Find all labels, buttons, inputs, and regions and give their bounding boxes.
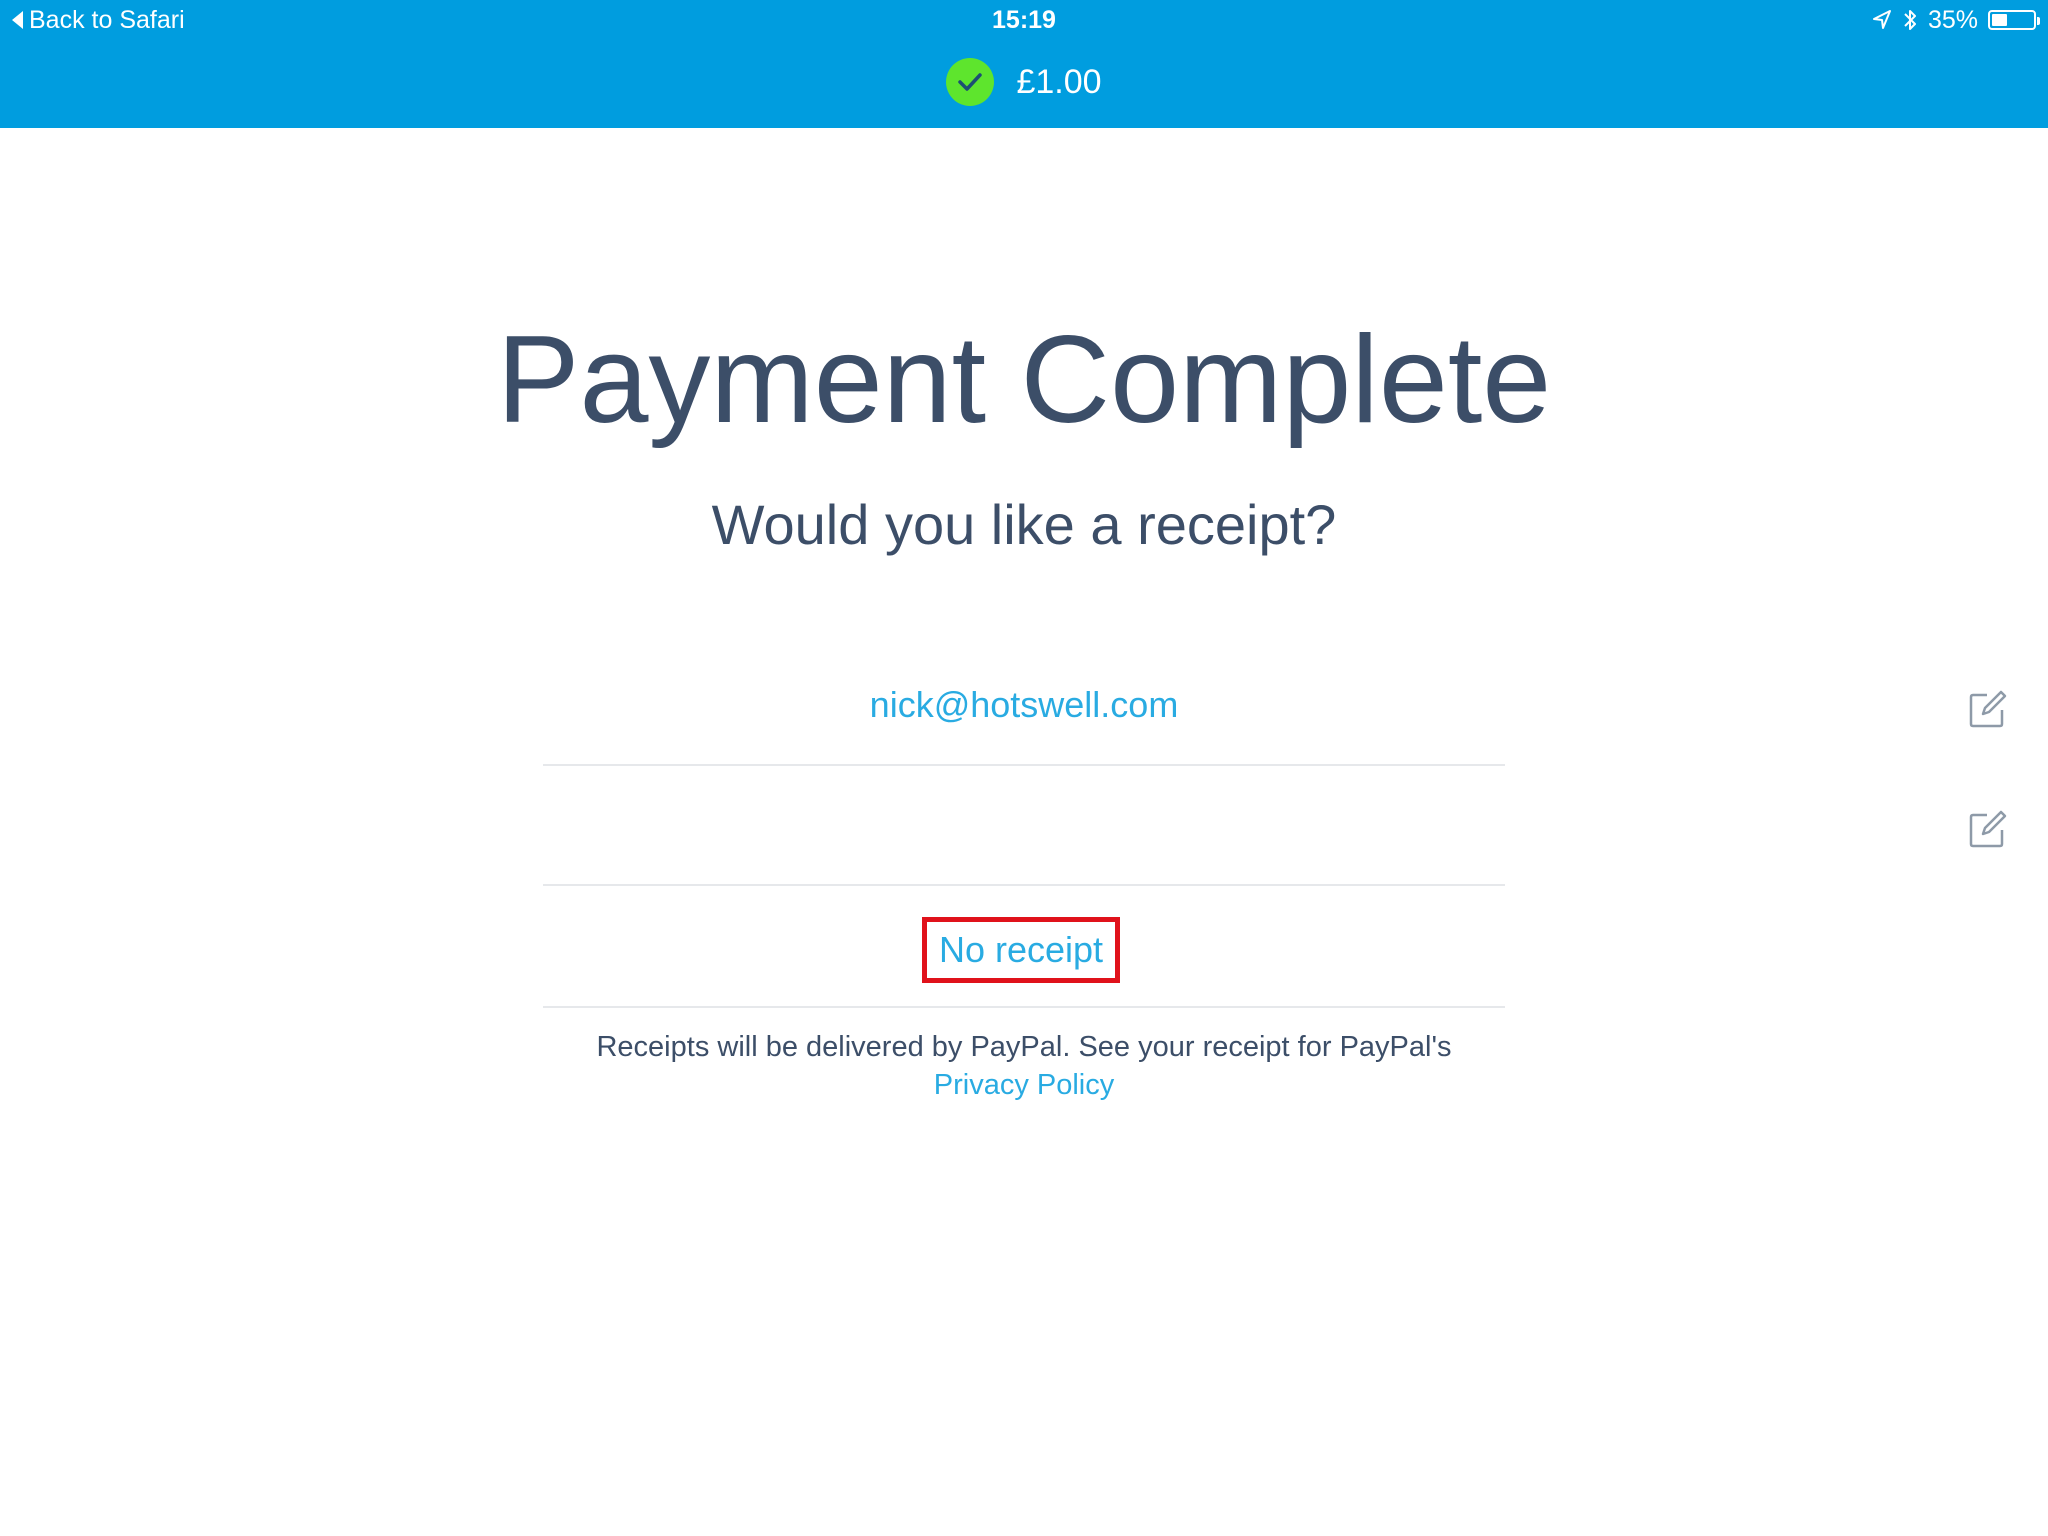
payment-header-bar: Back to Safari 15:19 35% £1.00	[0, 0, 2048, 128]
checkmark-circle-icon	[946, 58, 995, 106]
battery-icon	[1988, 10, 2040, 30]
receipt-question: Would you like a receipt?	[711, 493, 1337, 556]
payment-amount: £1.00	[1016, 62, 1102, 101]
email-value: nick@hotswell.com	[869, 684, 1179, 725]
privacy-policy-link[interactable]: Privacy Policy	[934, 1069, 1115, 1101]
status-time: 15:19	[992, 6, 1056, 34]
no-receipt-row: No receipt	[543, 888, 1505, 1008]
phone-field[interactable]	[543, 766, 1505, 886]
edit-pencil-icon[interactable]	[1967, 688, 2009, 730]
payment-amount-row: £1.00	[0, 58, 2048, 106]
location-arrow-icon	[1872, 10, 1891, 29]
battery-percent: 35%	[1927, 6, 1978, 34]
no-receipt-button[interactable]: No receipt	[922, 917, 1120, 983]
bluetooth-icon	[1904, 10, 1916, 30]
status-indicators: 35%	[1872, 4, 2040, 36]
page-title: Payment Complete	[496, 311, 1552, 449]
edit-pencil-icon[interactable]	[1967, 808, 2009, 850]
email-field[interactable]: nick@hotswell.com	[543, 646, 1505, 766]
receipt-delivery-text: Receipts will be delivered by PayPal. Se…	[596, 1031, 1452, 1063]
receipt-footer-note: Receipts will be delivered by PayPal. Se…	[0, 1028, 2048, 1104]
